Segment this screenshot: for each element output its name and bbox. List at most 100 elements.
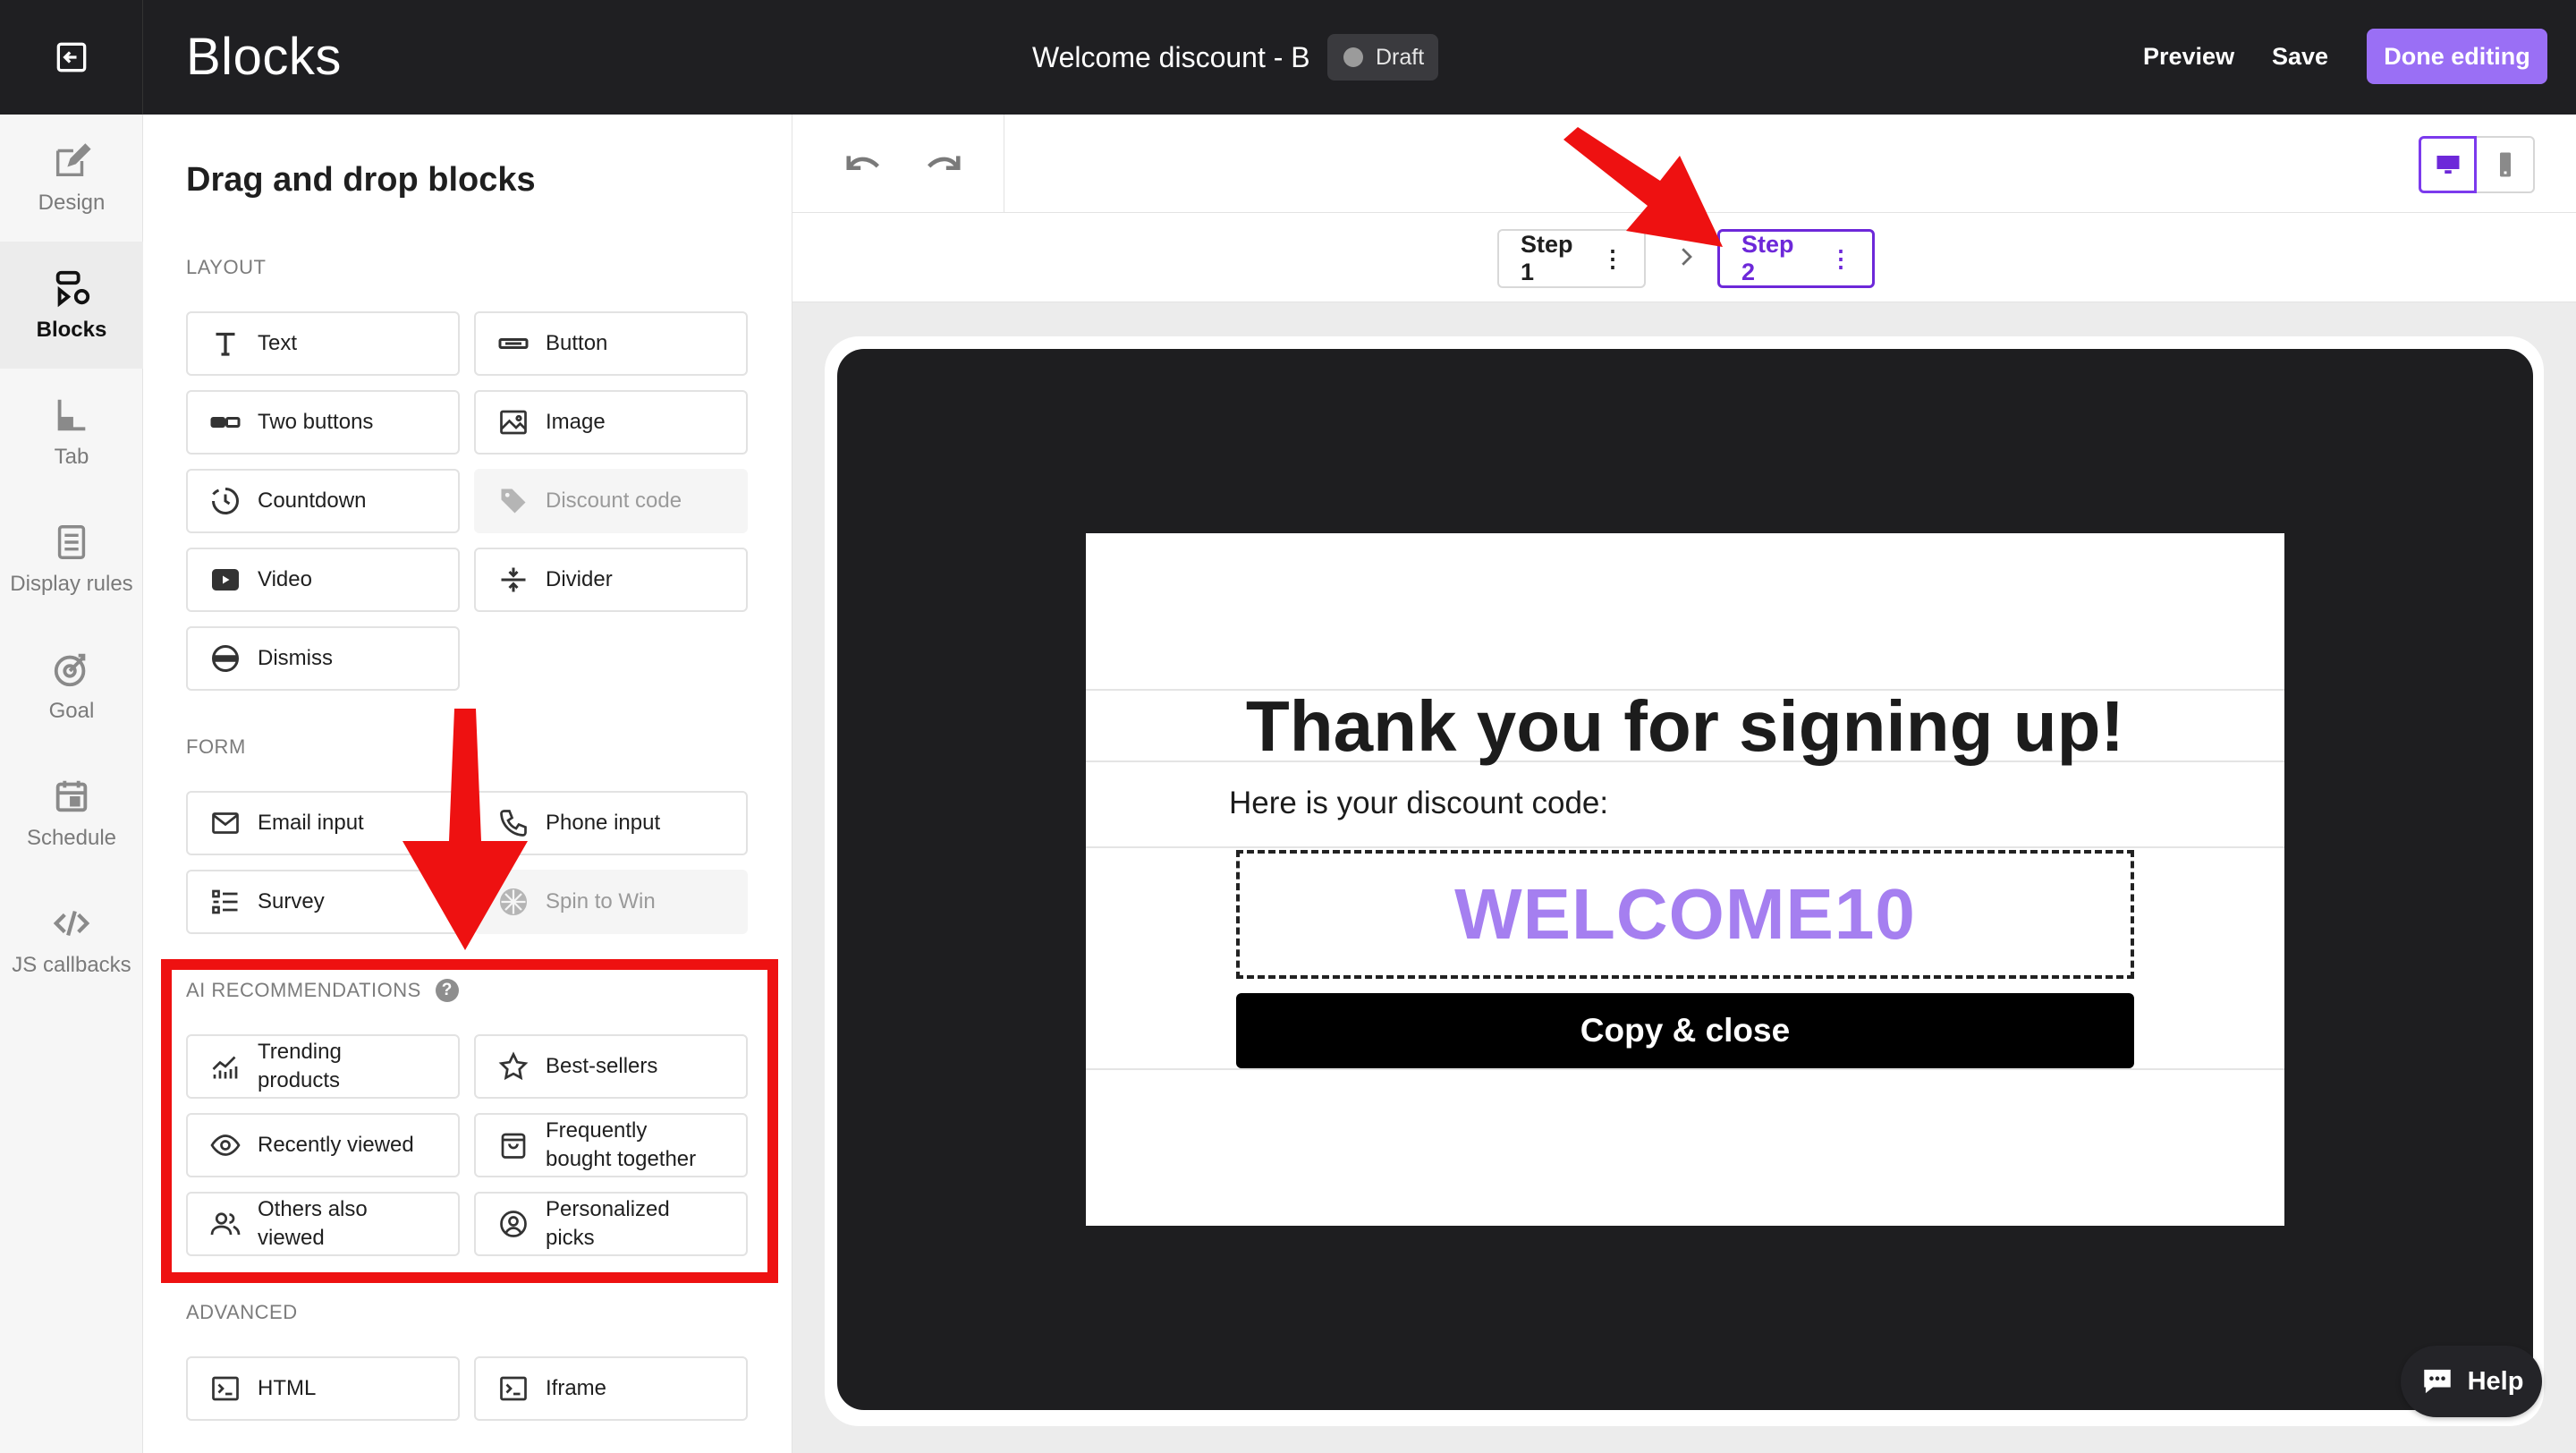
blocks-icon: [55, 270, 90, 308]
block-spin-to-win[interactable]: Spin to Win: [474, 870, 748, 934]
block-label: Divider: [546, 567, 613, 591]
tab-step-2[interactable]: Step 2 ⋮: [1717, 229, 1875, 288]
nav-label-display-rules: Display rules: [10, 572, 133, 596]
blocks-panel: Drag and drop blocks LAYOUT Text Button …: [143, 115, 792, 1453]
mobile-view-button[interactable]: [2477, 136, 2535, 193]
redo-button[interactable]: [918, 141, 968, 184]
step-bar: Step 1 ⋮ Step 2 ⋮: [792, 213, 2576, 302]
eye-icon: [210, 1134, 241, 1156]
block-recently-viewed[interactable]: Recently viewed: [186, 1113, 460, 1177]
phone-icon: [500, 810, 527, 837]
discount-code-block[interactable]: WELCOME10: [1236, 850, 2134, 979]
chat-bubble-icon: [2423, 1369, 2451, 1394]
block-divider[interactable]: Divider: [474, 548, 748, 612]
block-button[interactable]: Button: [474, 311, 748, 376]
undo-button[interactable]: [839, 141, 889, 184]
block-label: Spin to Win: [546, 889, 656, 913]
block-label: Others also viewed: [258, 1195, 368, 1253]
step-label: Step 2: [1741, 231, 1794, 285]
save-button[interactable]: Save: [2272, 43, 2328, 71]
nav-label-js-callbacks: JS callbacks: [12, 953, 131, 977]
text-icon: [216, 332, 235, 356]
nav-item-goal[interactable]: Goal: [0, 623, 143, 750]
block-others-also-viewed[interactable]: Others also viewed: [186, 1192, 460, 1256]
block-survey[interactable]: Survey: [186, 870, 460, 934]
block-best-sellers[interactable]: Best-sellers: [474, 1034, 748, 1099]
block-discount-code[interactable]: Discount code: [474, 469, 748, 533]
desktop-icon: [2436, 156, 2459, 174]
help-label: Help: [2467, 1366, 2524, 1396]
section-label-text: AI RECOMMENDATIONS: [186, 979, 421, 1001]
nav-item-schedule[interactable]: Schedule: [0, 750, 143, 877]
block-label: Discount code: [546, 489, 682, 513]
popup-preview[interactable]: Thank you for signing up! Here is your d…: [1086, 533, 2284, 1226]
nav-item-blocks[interactable]: Blocks: [0, 242, 143, 369]
nav-label-goal: Goal: [48, 699, 95, 723]
preview-button[interactable]: Preview: [2143, 43, 2234, 71]
nav-item-design[interactable]: Design: [0, 115, 143, 242]
tab-step-1[interactable]: Step 1 ⋮: [1497, 229, 1646, 288]
mobile-icon: [2499, 152, 2511, 177]
help-button[interactable]: Help: [2401, 1346, 2542, 1417]
copy-close-button[interactable]: Copy & close: [1236, 993, 2134, 1068]
panel-title: Drag and drop blocks: [186, 161, 536, 199]
help-icon[interactable]: ?: [435, 979, 459, 1002]
block-dismiss[interactable]: Dismiss: [186, 626, 460, 691]
block-label-line2: viewed: [258, 1226, 325, 1250]
block-video[interactable]: Video: [186, 548, 460, 612]
done-editing-button[interactable]: Done editing: [2367, 29, 2547, 84]
image-icon: [500, 410, 527, 435]
block-frequently-bought-together[interactable]: Frequently bought together: [474, 1113, 748, 1177]
block-text[interactable]: Text: [186, 311, 460, 376]
wheel-icon: [500, 888, 527, 915]
block-label: Survey: [258, 889, 325, 913]
block-label: HTML: [258, 1376, 317, 1400]
block-trending-products[interactable]: Trending products: [186, 1034, 460, 1099]
canvas-toolbar: [792, 115, 2576, 213]
block-phone-input[interactable]: Phone input: [474, 791, 748, 855]
block-email-input[interactable]: Email input: [186, 791, 460, 855]
nav-item-js-callbacks[interactable]: JS callbacks: [0, 877, 143, 1004]
block-label: Email input: [258, 811, 364, 835]
nav-label-blocks: Blocks: [36, 318, 107, 342]
nav-item-display-rules[interactable]: Display rules: [0, 496, 143, 623]
block-outline: [1086, 1068, 2284, 1070]
block-label: Trending products: [258, 1038, 342, 1095]
nav-label-schedule: Schedule: [26, 826, 117, 850]
campaign-title[interactable]: Welcome discount - B: [1032, 41, 1310, 74]
exit-editor-button[interactable]: [0, 0, 143, 115]
block-personalized-picks[interactable]: Personalized picks: [474, 1192, 748, 1256]
nav-item-tab[interactable]: Tab: [0, 369, 143, 496]
block-iframe[interactable]: Iframe: [474, 1356, 748, 1421]
shopping-bag-icon: [501, 1133, 526, 1159]
survey-icon: [212, 889, 238, 914]
block-label: Best-sellers: [546, 1054, 658, 1078]
undo-icon: [846, 156, 879, 171]
left-navigation: Design Blocks Tab Display rules Goal Sch…: [0, 115, 143, 1453]
tab-icon: [57, 399, 86, 431]
user-circle-icon: [500, 1211, 527, 1237]
desktop-view-button[interactable]: [2419, 136, 2477, 193]
block-label: Iframe: [546, 1376, 607, 1400]
block-image[interactable]: Image: [474, 390, 748, 455]
more-options-icon[interactable]: ⋮: [1829, 245, 1852, 273]
terminal-icon: [212, 1376, 239, 1401]
block-countdown[interactable]: Countdown: [186, 469, 460, 533]
step-label: Step 1: [1521, 231, 1573, 285]
chevron-right-icon: [1682, 248, 1692, 266]
video-icon: [212, 569, 239, 591]
block-label-line2: bought together: [546, 1147, 697, 1171]
document-icon: [57, 525, 86, 559]
popup-subtext[interactable]: Here is your discount code:: [1229, 786, 1608, 821]
block-label: Recently viewed: [258, 1133, 414, 1157]
status-dot-icon: [1343, 47, 1363, 67]
users-icon: [210, 1212, 241, 1236]
section-label-form: FORM: [186, 735, 246, 758]
section-label-layout: LAYOUT: [186, 256, 267, 278]
block-two-buttons[interactable]: Two buttons: [186, 390, 460, 455]
more-options-icon[interactable]: ⋮: [1601, 245, 1624, 273]
block-label: Image: [546, 410, 606, 434]
block-html[interactable]: HTML: [186, 1356, 460, 1421]
status-label: Draft: [1376, 44, 1425, 70]
popup-heading[interactable]: Thank you for signing up!: [1086, 685, 2284, 768]
